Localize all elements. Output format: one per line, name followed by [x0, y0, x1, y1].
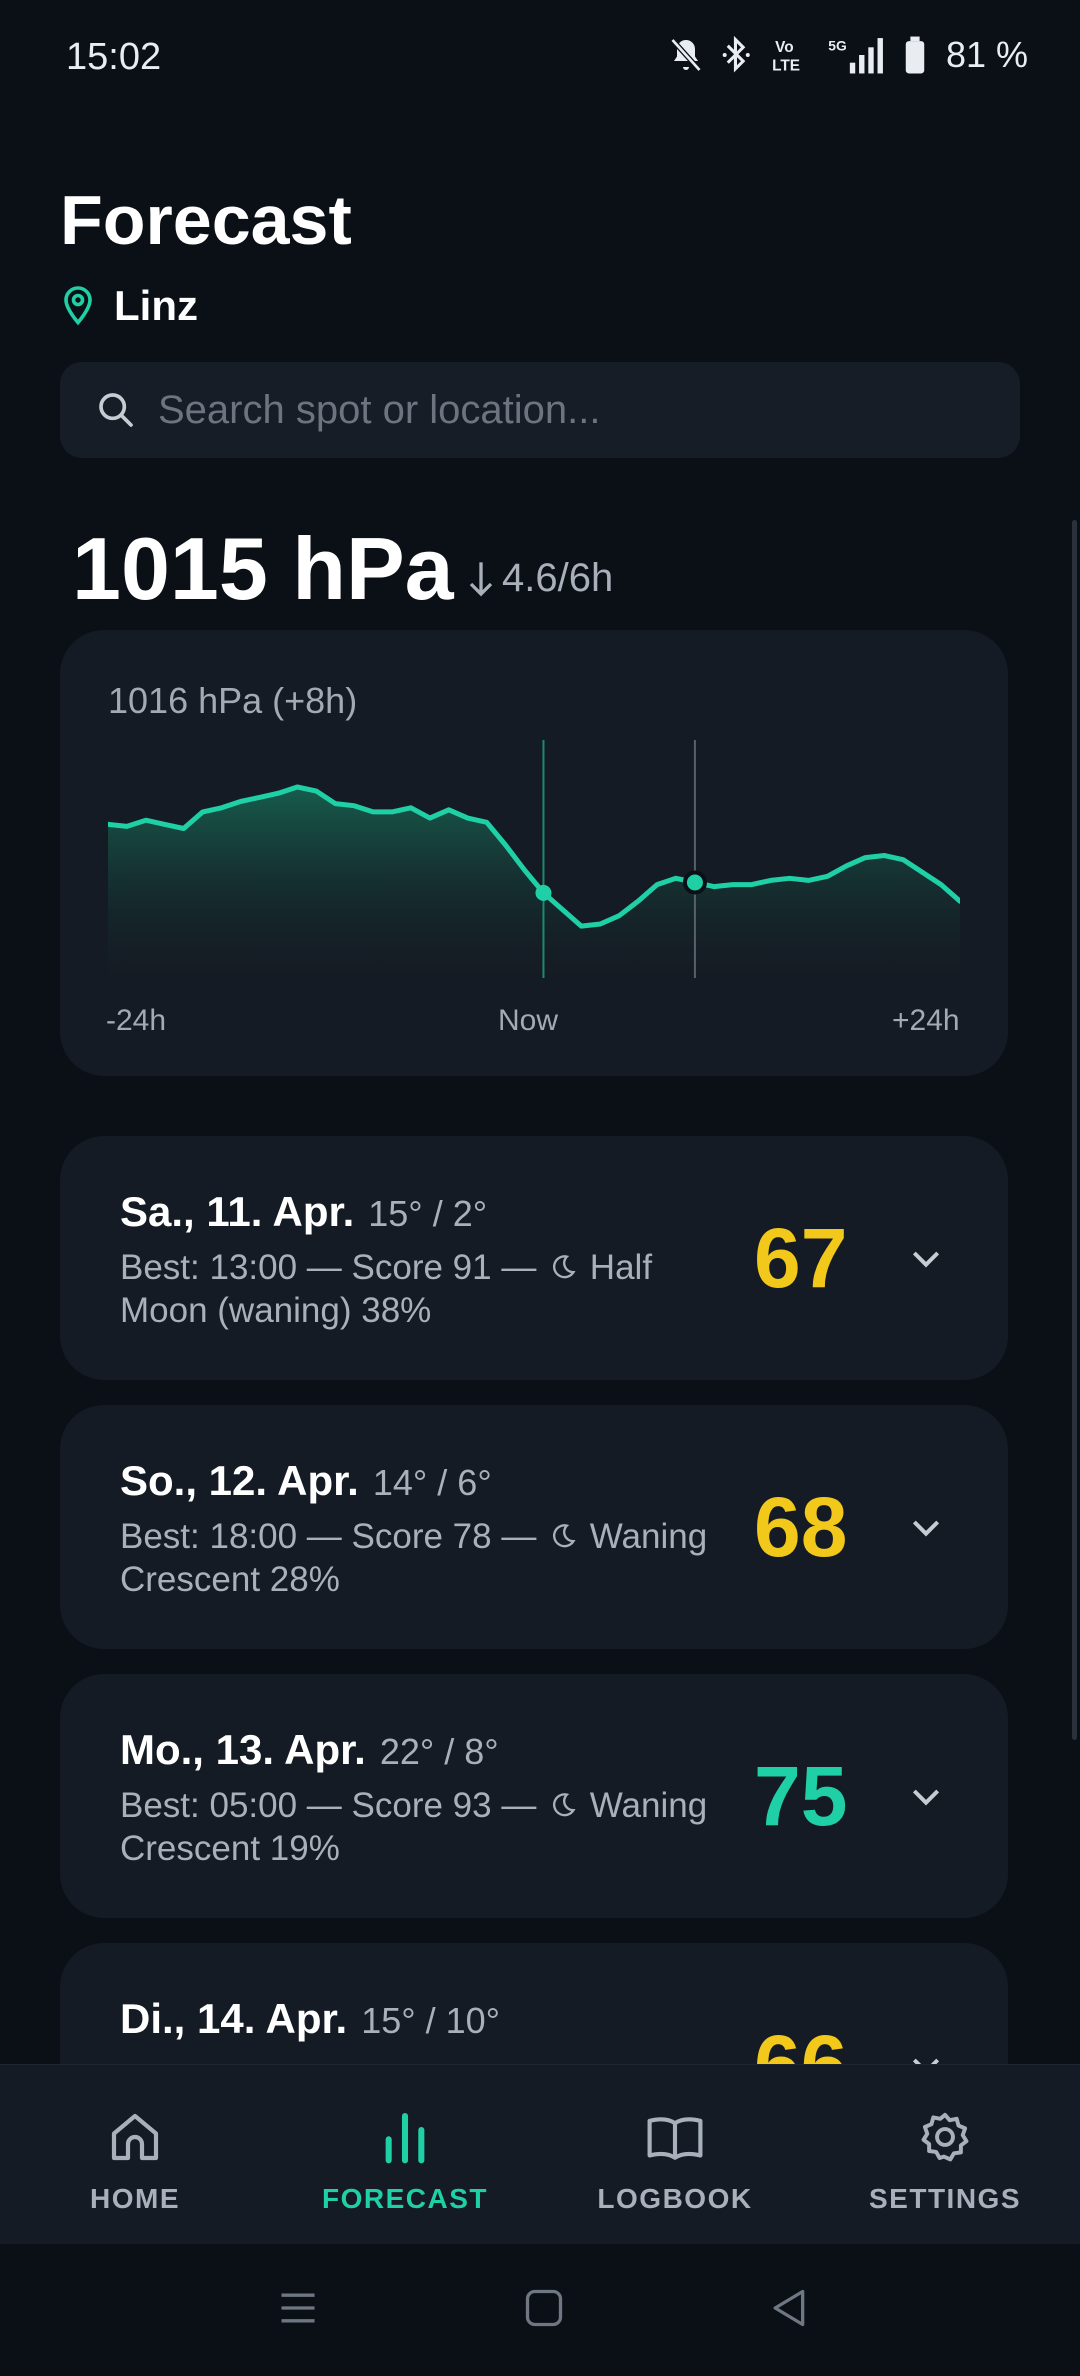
- day-card[interactable]: Sa., 11. Apr. 15° / 2° Best: 13:00 — Sco…: [60, 1136, 1008, 1380]
- volte-icon: Vo LTE: [772, 39, 800, 74]
- search-bar[interactable]: [60, 362, 1020, 458]
- best-time-text: Best: 18:00 — Score 78 —: [120, 1517, 537, 1556]
- now-point: [535, 884, 552, 901]
- day-detail: Best: 13:00 — Score 91 — Half Moon (wani…: [120, 1246, 710, 1332]
- day-detail: Best: 18:00 — Score 78 — Waning Crescent…: [120, 1515, 710, 1601]
- day-date: Sa., 11. Apr.: [120, 1188, 355, 1235]
- pressure-chart[interactable]: [108, 740, 960, 990]
- nav-label: LOGBOOK: [597, 2183, 753, 2214]
- day-detail: Best: 05:00 — Score 93 — Waning Crescent…: [120, 1784, 710, 1870]
- day-card[interactable]: So., 12. Apr. 14° / 6° Best: 18:00 — Sco…: [60, 1405, 1008, 1649]
- day-temperatures: 22° / 8°: [379, 1731, 499, 1772]
- pressure-trend: 4.6/6h: [466, 556, 613, 601]
- svg-text:LTE: LTE: [772, 57, 800, 74]
- day-date: Di., 14. Apr.: [120, 1995, 348, 2042]
- home-button-icon[interactable]: [522, 2286, 566, 2330]
- location-pin-icon: [64, 286, 92, 326]
- scrollbar[interactable]: [1072, 520, 1077, 1740]
- system-navigation-bar: [0, 2244, 1080, 2376]
- status-bar: 15:02 Vo LTE 5G 81 %: [0, 0, 1080, 118]
- pressure-trend-value: 4.6/6h: [502, 556, 614, 600]
- best-time-text: Best: 13:00 — Score 91 —: [120, 1248, 537, 1287]
- arrow-down-icon: [469, 561, 493, 596]
- search-input[interactable]: [158, 387, 978, 433]
- chart-marker-label: 1016 hPa (+8h): [108, 680, 358, 721]
- day-temperatures: 14° / 6°: [372, 1462, 492, 1503]
- day-temperatures: 15° / 10°: [361, 2000, 501, 2041]
- back-icon[interactable]: [766, 2286, 810, 2330]
- day-header: Mo., 13. Apr. 22° / 8°: [120, 1726, 499, 1774]
- location-selector[interactable]: Linz: [60, 282, 198, 330]
- bottom-navigation: HOME FORECAST LOGBOOK SETTINGS: [0, 2064, 1080, 2244]
- signal-5g-icon: 5G: [828, 37, 883, 74]
- x-axis-label-now: Now: [498, 1004, 559, 1037]
- chart-bars-icon: [385, 2112, 425, 2164]
- day-score: 67: [754, 1211, 848, 1305]
- day-temperatures: 15° / 2°: [368, 1193, 488, 1234]
- nav-forecast[interactable]: FORECAST: [270, 2065, 540, 2245]
- pressure-chart-card[interactable]: 1016 hPa (+8h) -24h Now +24h: [60, 630, 1008, 1076]
- day-header: So., 12. Apr. 14° / 6°: [120, 1457, 492, 1505]
- nav-label: FORECAST: [322, 2183, 488, 2214]
- moon-icon: [553, 1793, 576, 1817]
- recents-icon[interactable]: [276, 2286, 320, 2330]
- nav-settings[interactable]: SETTINGS: [810, 2065, 1080, 2245]
- x-axis-label-start: -24h: [106, 1004, 167, 1037]
- day-header: Di., 14. Apr. 15° / 10°: [120, 1995, 500, 2043]
- nav-label: HOME: [90, 2183, 180, 2214]
- home-icon: [111, 2113, 159, 2161]
- status-time: 15:02: [66, 36, 162, 78]
- day-card[interactable]: Mo., 13. Apr. 22° / 8° Best: 05:00 — Sco…: [60, 1674, 1008, 1918]
- marker-point: [682, 870, 707, 895]
- battery-icon: [905, 36, 925, 74]
- pressure-value: 1015 hPa: [72, 519, 454, 618]
- day-date: So., 12. Apr.: [120, 1457, 359, 1504]
- best-time-text: Best: 05:00 — Score 93 —: [120, 1786, 537, 1825]
- book-icon: [647, 2117, 703, 2160]
- day-header: Sa., 11. Apr. 15° / 2°: [120, 1188, 487, 1236]
- battery-percent: 81 %: [945, 34, 1028, 75]
- nav-logbook[interactable]: LOGBOOK: [540, 2065, 810, 2245]
- chevron-down-icon[interactable]: [906, 1507, 946, 1547]
- x-axis-label-end: +24h: [892, 1004, 960, 1037]
- day-date: Mo., 13. Apr.: [120, 1726, 366, 1773]
- nav-label: SETTINGS: [868, 2183, 1021, 2214]
- page-title: Forecast: [60, 181, 352, 259]
- mute-icon: [670, 38, 702, 72]
- day-score: 68: [754, 1480, 848, 1574]
- nav-home[interactable]: HOME: [0, 2065, 270, 2245]
- svg-text:Vo: Vo: [775, 39, 794, 56]
- moon-icon: [553, 1524, 576, 1548]
- gear-icon: [921, 2112, 969, 2162]
- status-icons: Vo LTE 5G 81 %: [668, 34, 1028, 76]
- chevron-down-icon[interactable]: [906, 1776, 946, 1816]
- search-icon: [99, 393, 133, 427]
- svg-text:5G: 5G: [828, 37, 846, 53]
- location-name: Linz: [114, 282, 198, 329]
- chevron-down-icon[interactable]: [906, 1238, 946, 1278]
- moon-icon: [553, 1255, 576, 1279]
- bluetooth-icon: [722, 35, 750, 73]
- day-score: 75: [754, 1749, 848, 1843]
